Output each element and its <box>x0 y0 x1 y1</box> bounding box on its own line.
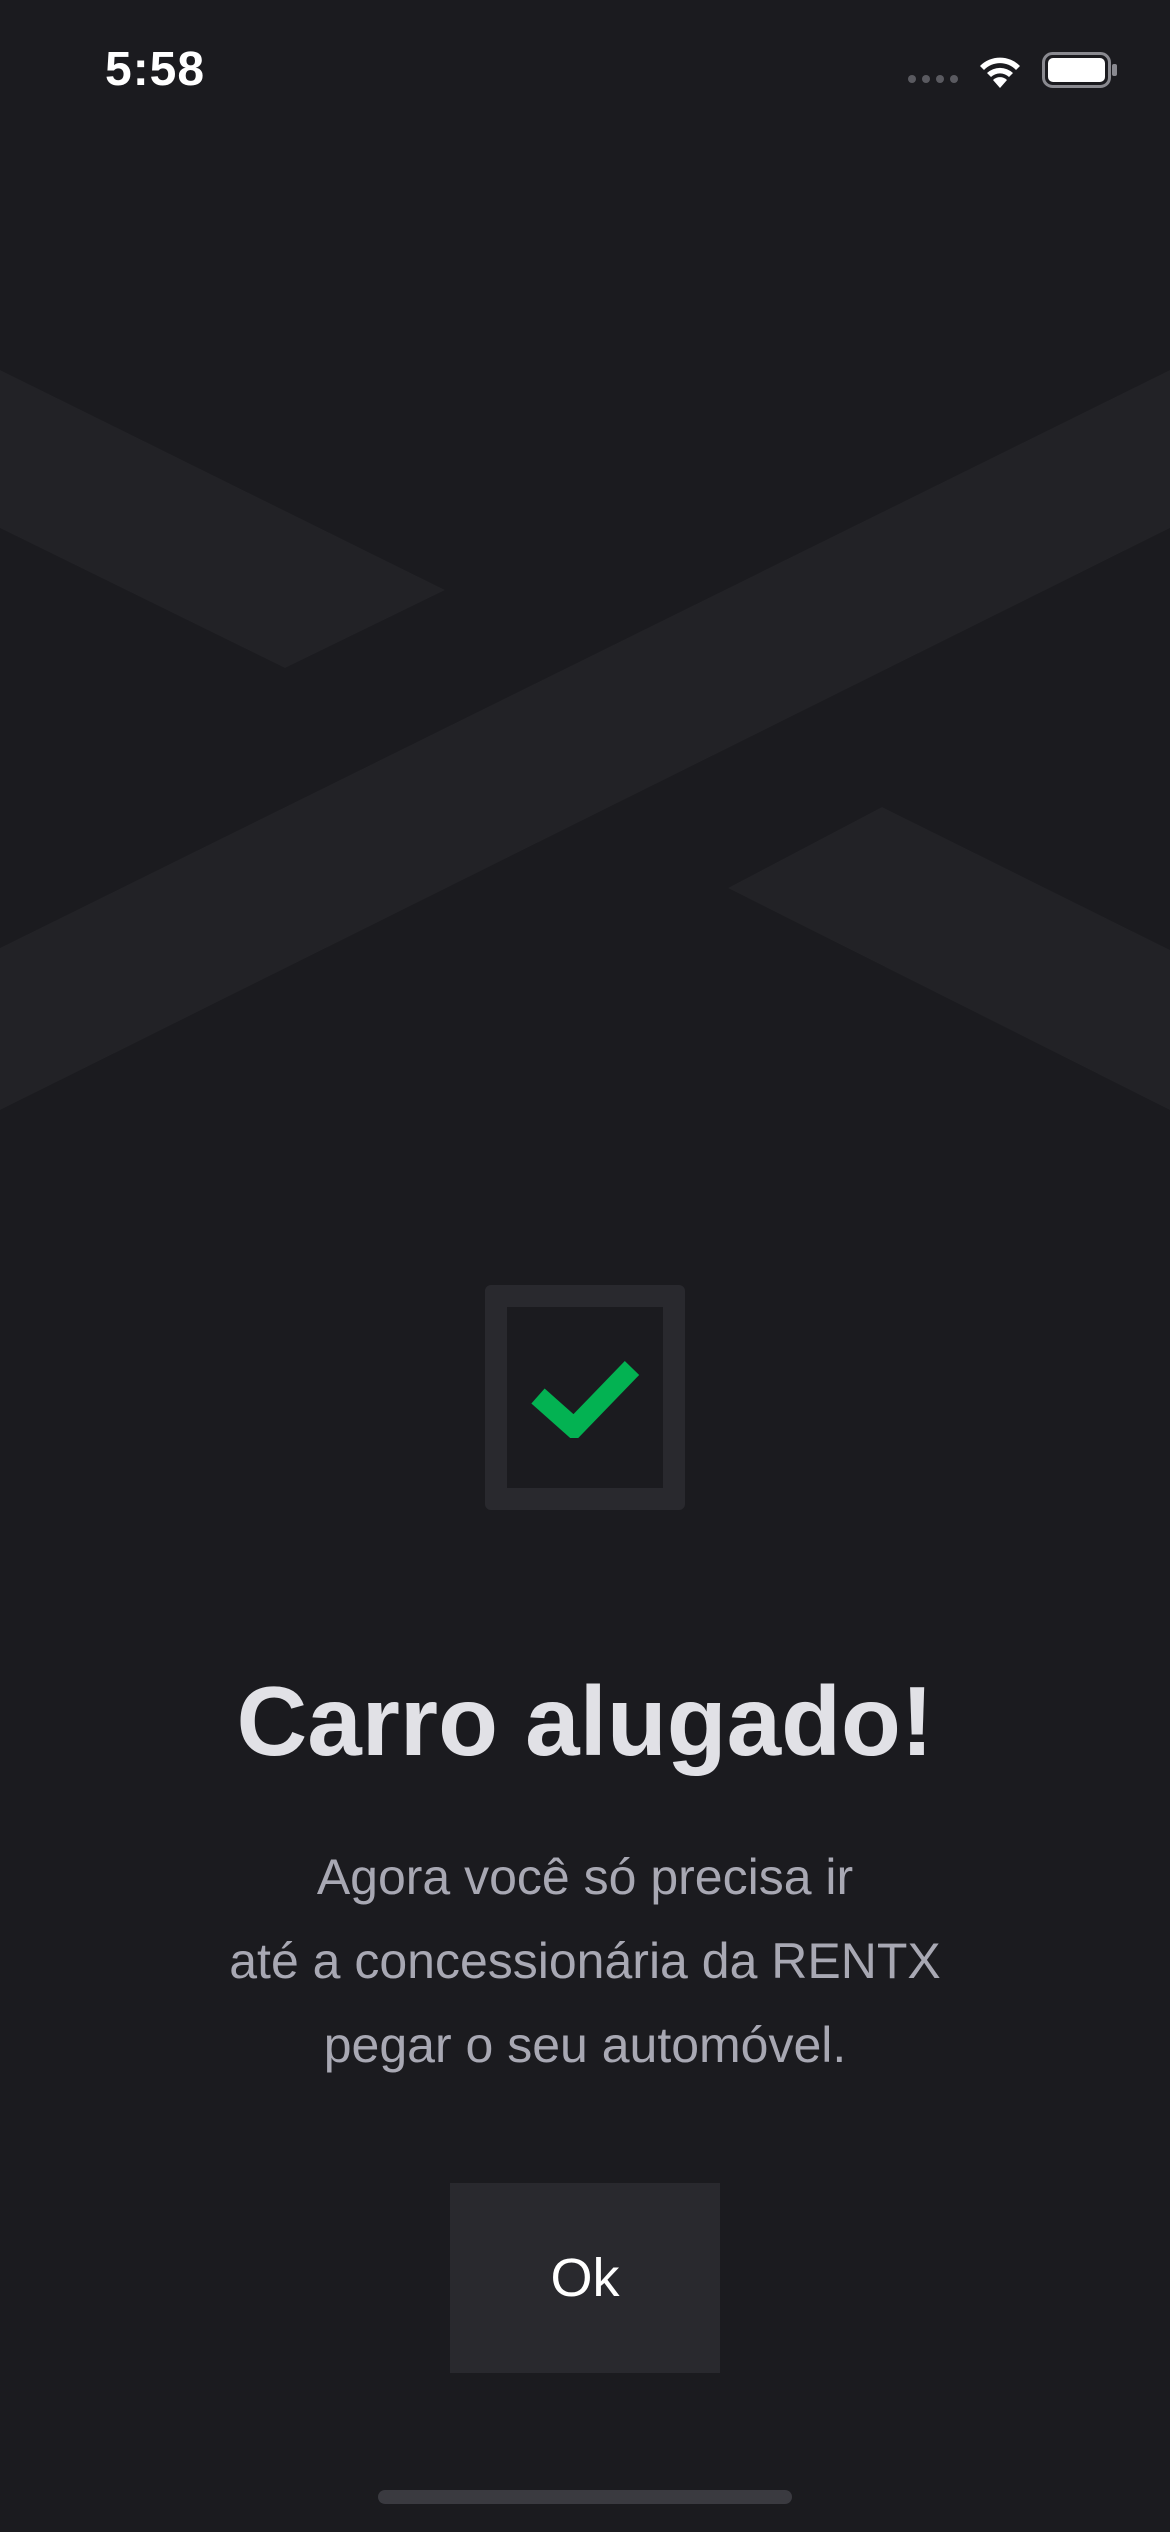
brand-x-logo-icon <box>0 370 1170 1110</box>
ok-button[interactable]: Ok <box>450 2183 720 2373</box>
cellular-signal-icon <box>908 75 958 83</box>
status-time: 5:58 <box>105 43 206 96</box>
status-icons <box>908 52 1118 88</box>
message-line: Agora você só precisa ir <box>316 1849 854 1905</box>
page-title: Carro alugado! <box>236 1666 934 1776</box>
success-icon-frame <box>485 1285 685 1510</box>
confirmation-message: Agora você só precisa ir até a concessio… <box>0 1835 1170 2087</box>
status-bar: 5:58 <box>0 0 1170 150</box>
checkmark-icon <box>531 1360 640 1438</box>
wifi-icon <box>980 57 1020 88</box>
message-line: até a concessionária da RENTX <box>229 1933 941 1989</box>
message-line: pegar o seu automóvel. <box>323 2017 847 2073</box>
home-indicator[interactable] <box>378 2490 792 2504</box>
battery-icon <box>1042 52 1117 88</box>
